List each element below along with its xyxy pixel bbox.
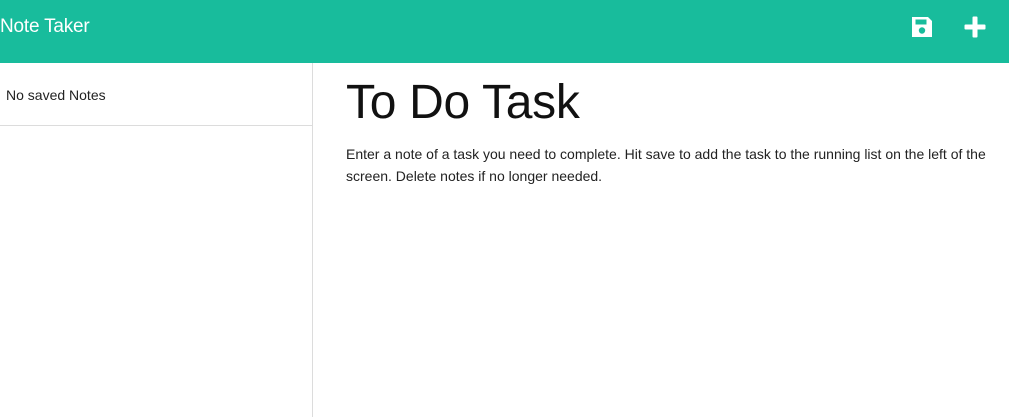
brand-title[interactable]: Note Taker	[0, 15, 90, 39]
plus-icon[interactable]	[962, 14, 988, 40]
list-item[interactable]: No saved Notes	[0, 63, 312, 126]
list-item-label: No saved Notes	[6, 87, 106, 103]
note-text[interactable]: Enter a note of a task you need to compl…	[346, 143, 1006, 187]
note-title[interactable]: To Do Task	[346, 75, 580, 131]
save-icon[interactable]	[909, 14, 935, 40]
navbar: Note Taker	[0, 0, 1009, 63]
note-editor: To Do Task Enter a note of a task you ne…	[313, 63, 1009, 417]
notes-sidebar: No saved Notes	[0, 63, 313, 417]
